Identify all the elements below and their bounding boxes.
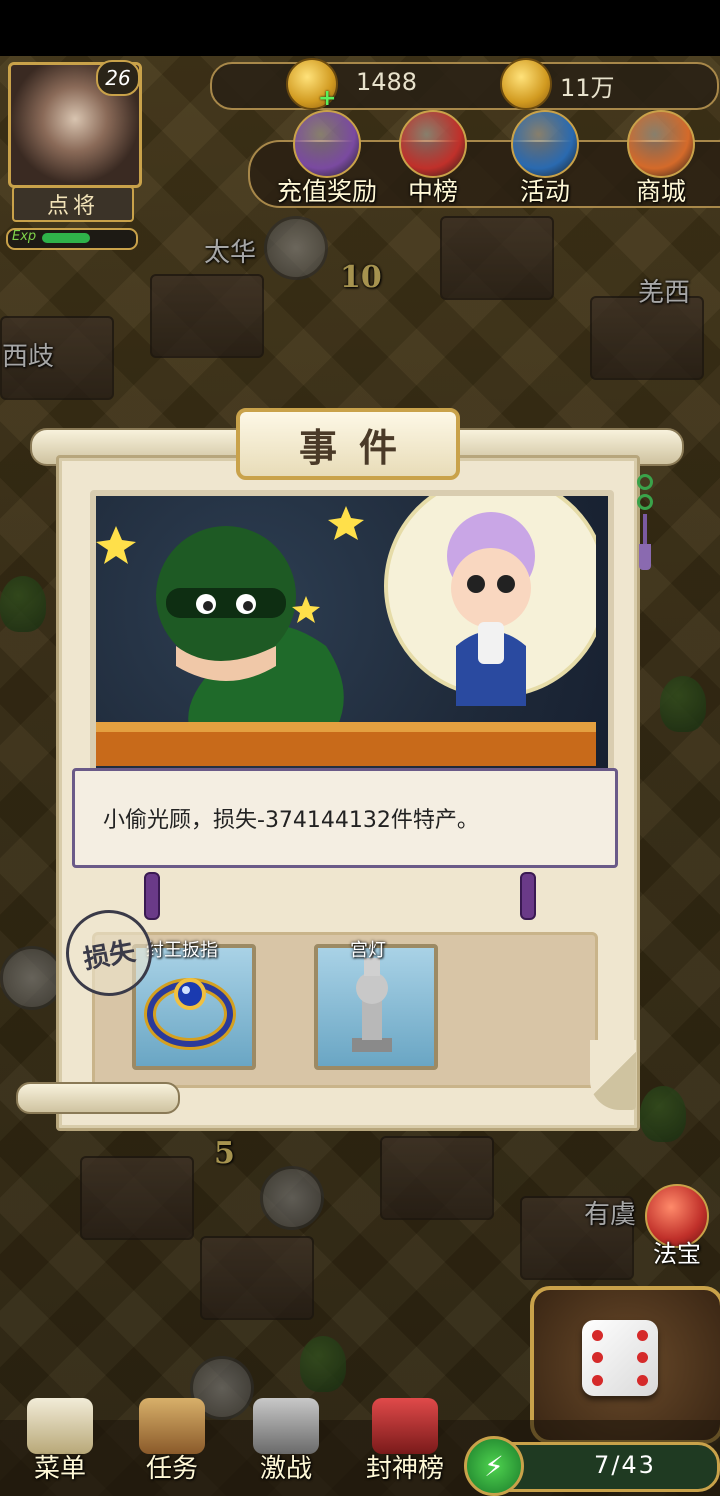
- event-drum-icon: [511, 110, 579, 178]
- exp-label: Exp: [12, 229, 37, 244]
- nav-fengshen-list[interactable]: 封神榜: [350, 1398, 460, 1490]
- menu-scroll-icon: [27, 1398, 93, 1454]
- status-bar: [0, 0, 720, 56]
- scroll-rod-bottom: [16, 1082, 180, 1114]
- menu-events[interactable]: 活动: [490, 110, 600, 206]
- fabao-label: 法宝: [653, 1240, 701, 1268]
- add-gold-icon[interactable]: +: [318, 86, 336, 111]
- menu-shop[interactable]: 商城: [606, 110, 716, 206]
- jade-tassel-icon: [636, 474, 654, 584]
- menu-ranking[interactable]: 中榜: [378, 110, 488, 206]
- scroll-pin: [144, 872, 160, 920]
- dice-roll-button[interactable]: [582, 1320, 658, 1396]
- menu-label: 充值奖励: [276, 177, 377, 206]
- fengshen-list-icon: [372, 1398, 438, 1454]
- menu-label: 中榜: [407, 177, 458, 206]
- nav-task[interactable]: 任务: [122, 1398, 222, 1490]
- scroll-pin: [520, 872, 536, 920]
- nav-menu[interactable]: 菜单: [10, 1398, 110, 1490]
- general-button[interactable]: 点将: [12, 186, 134, 222]
- event-title: 事件: [298, 424, 419, 470]
- loss-item-card[interactable]: [314, 944, 438, 1070]
- recharge-reward-icon: [293, 110, 361, 178]
- event-message-box: 小偷光顾，损失-374144132件特产。: [72, 768, 618, 868]
- nav-label: 任务: [145, 1454, 198, 1484]
- palace-lantern-icon: [352, 950, 392, 1052]
- add-steps-icon[interactable]: ⚡: [464, 1436, 524, 1496]
- gold-amount: 1488: [356, 68, 418, 96]
- menu-label: 商城: [635, 177, 686, 206]
- ranking-icon: [399, 110, 467, 178]
- task-icon: [139, 1398, 205, 1454]
- exp-fill: [42, 233, 90, 243]
- treasure-bag-icon: [500, 58, 552, 110]
- exp-bar: Exp: [6, 228, 138, 250]
- steps-text: 7/43: [594, 1451, 656, 1479]
- treasure-amount: 11万: [560, 74, 615, 102]
- nav-battle[interactable]: 激战: [236, 1398, 336, 1490]
- loss-item-name: 宫灯: [350, 940, 386, 961]
- battle-icon: [253, 1398, 319, 1454]
- loss-item-name: 纣王扳指: [146, 940, 218, 961]
- thief-scene-image: [96, 496, 608, 766]
- event-illustration: [90, 490, 614, 784]
- menu-recharge-reward[interactable]: 充值奖励: [272, 110, 382, 206]
- nav-label: 菜单: [33, 1454, 86, 1484]
- ring-icon: [144, 978, 236, 1050]
- event-title-plate: 事件: [236, 408, 460, 480]
- shop-icon: [627, 110, 695, 178]
- page-curl: [590, 1040, 636, 1110]
- event-message: 小偷光顾，损失-374144132件特产。: [103, 808, 479, 833]
- nav-label: 激战: [259, 1454, 312, 1484]
- fabao-button[interactable]: 法宝: [640, 1184, 714, 1270]
- menu-label: 活动: [519, 177, 570, 206]
- level-badge: 26: [96, 60, 140, 96]
- nav-label: 封神榜: [365, 1454, 444, 1484]
